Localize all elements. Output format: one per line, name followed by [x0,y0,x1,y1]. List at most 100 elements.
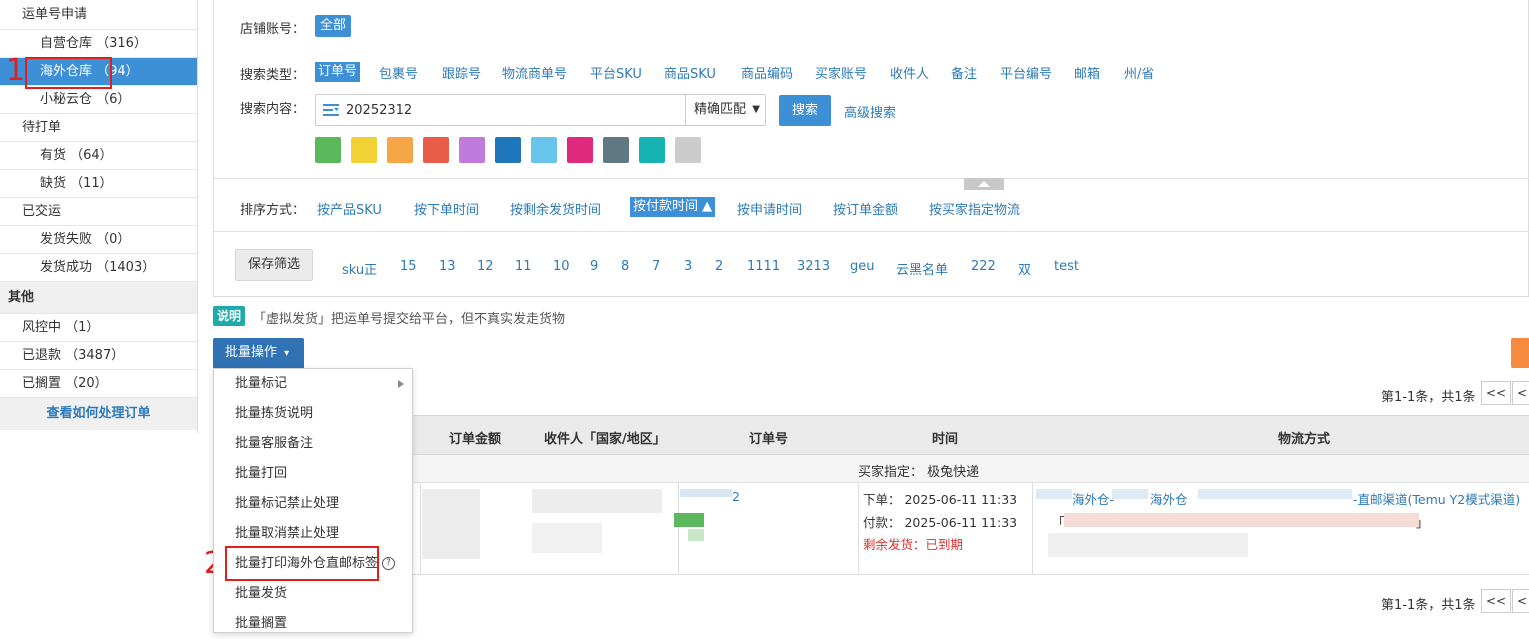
order-number-link[interactable]: 2 [732,489,740,504]
search-type-buyer-account[interactable]: 买家账号 [815,63,867,82]
sidebar-item-self-warehouse[interactable]: 自营仓库 （316） [0,30,197,58]
blurred-recipient [532,489,662,513]
sidebar-item-waybill-apply[interactable]: 运单号申请 [0,0,197,30]
help-link-process-orders[interactable]: 查看如何处理订单 [0,398,197,430]
menu-item-bulk-return[interactable]: 批量打回 [214,459,412,489]
search-type-order-no[interactable]: 订单号 [315,62,361,82]
search-type-carrier-no[interactable]: 物流商单号 [502,63,567,82]
color-tag-slate[interactable] [603,137,629,163]
saved-filter[interactable]: 13 [439,259,456,274]
saved-filter[interactable]: 9 [590,259,598,274]
sort-by-apply-time[interactable]: 按申请时间 [737,199,802,218]
sort-by-buyer-logistics[interactable]: 按买家指定物流 [929,199,1020,218]
pager-prev-button[interactable]: < [1512,589,1529,613]
search-type-platform-no[interactable]: 平台编号 [1000,63,1052,82]
search-type-package-no[interactable]: 包裹号 [379,63,418,82]
color-tag-purple[interactable] [459,137,485,163]
match-mode-select[interactable]: 精确匹配 ▼ [685,94,766,126]
color-tag-light-blue[interactable] [531,137,557,163]
saved-filter[interactable]: 双 [1018,259,1031,278]
saved-filter[interactable]: 2 [715,259,723,274]
search-type-product-sku[interactable]: 商品SKU [664,63,716,82]
search-type-tracking-no[interactable]: 跟踪号 [442,63,481,82]
saved-filter[interactable]: 15 [400,259,417,274]
sidebar-item-on-hold[interactable]: 已搁置 （20） [0,370,197,398]
saved-filter[interactable]: 1111 [747,259,780,274]
color-tag-blue[interactable] [495,137,521,163]
sidebar-item-to-print[interactable]: 待打单 [0,114,197,142]
logistics-part-a[interactable]: 海外仓- [1072,489,1114,508]
color-tag-gray[interactable] [675,137,701,163]
saved-filter[interactable]: 11 [515,259,532,274]
pager-prev-button[interactable]: < [1512,381,1529,405]
advanced-search-link[interactable]: 高级搜索 [844,102,896,121]
pager-summary: 第1-1条，共1条 [1381,390,1476,405]
saved-filter[interactable]: 222 [971,259,996,274]
table-row[interactable]: 2 下单： 2025-06-11 11:33 付款： 2025-06-11 11… [412,483,1529,575]
pager-first-button[interactable]: << [1481,381,1511,405]
annotation-box-2 [225,546,379,581]
sidebar-item-xiaomi-cloud[interactable]: 小秘云仓 （6） [0,86,197,114]
color-tag-orange[interactable] [387,137,413,163]
sidebar-item-in-stock[interactable]: 有货 （64） [0,142,197,170]
saved-filter[interactable]: test [1054,259,1079,274]
search-input[interactable] [344,95,684,125]
color-tag-red[interactable] [423,137,449,163]
sidebar-item-ship-failed[interactable]: 发货失败 （0） [0,226,197,254]
menu-item-bulk-cs-note[interactable]: 批量客服备注 [214,429,412,459]
filter-list-icon[interactable] [323,103,339,117]
collapse-toggle[interactable] [964,178,1004,190]
saved-filter[interactable]: sku正 [342,259,377,278]
sidebar-item-refunded[interactable]: 已退款 （3487） [0,342,197,370]
color-tag-pink[interactable] [567,137,593,163]
search-type-remark[interactable]: 备注 [951,63,977,82]
blurred-address [1064,513,1419,527]
sidebar-item-ship-success[interactable]: 发货成功 （1403） [0,254,197,282]
menu-item-bulk-forbid[interactable]: 批量标记禁止处理 [214,489,412,519]
menu-item-bulk-mark[interactable]: 批量标记 [214,369,412,399]
menu-item-bulk-ship[interactable]: 批量发货 [214,579,412,609]
sort-by-pay-time[interactable]: 按付款时间 ▲ [630,197,716,217]
sidebar-item-out-of-stock[interactable]: 缺货 （11） [0,170,197,198]
saved-filter[interactable]: 云黑名单 [896,259,948,278]
sort-by-product-sku[interactable]: 按产品SKU [317,199,382,218]
save-filter-button[interactable]: 保存筛选 [235,249,313,281]
color-tag-yellow[interactable] [351,137,377,163]
search-type-product-code[interactable]: 商品编码 [741,63,793,82]
bulk-operations-button[interactable]: 批量操作 ▾ [213,338,304,368]
blurred-logistics [1112,489,1148,499]
search-type-state[interactable]: 州/省 [1124,63,1154,82]
logistics-part-b[interactable]: 海外仓 [1150,489,1188,508]
saved-filter[interactable]: 10 [553,259,570,274]
sort-by-remaining-ship-time[interactable]: 按剩余发货时间 [510,199,601,218]
sort-by-order-amount[interactable]: 按订单金额 [833,199,898,218]
menu-item-bulk-picking-note[interactable]: 批量拣货说明 [214,399,412,429]
sidebar-item-risk-control[interactable]: 风控中 （1） [0,314,197,342]
sort-label: 排序方式： [240,203,306,218]
search-type-platform-sku[interactable]: 平台SKU [590,63,642,82]
pager-first-button[interactable]: << [1481,589,1511,613]
logistics-channel[interactable]: -直邮渠道(Temu Y2模式渠道) [1353,489,1520,508]
saved-filter[interactable]: 8 [621,259,629,274]
help-icon[interactable]: ? [382,557,396,570]
saved-filter[interactable]: 12 [477,259,494,274]
search-button[interactable]: 搜索 [779,95,831,126]
divider [214,231,1529,232]
saved-filter[interactable]: 3213 [797,259,830,274]
saved-filter[interactable]: geu [850,259,875,274]
divider [420,483,421,575]
address-close-bracket: 」 [1416,515,1429,530]
orange-action-button[interactable] [1511,338,1529,368]
search-box [315,94,686,126]
sidebar-item-shipped[interactable]: 已交运 [0,198,197,226]
search-type-email[interactable]: 邮箱 [1074,63,1100,82]
shop-all-chip[interactable]: 全部 [315,15,352,37]
menu-item-bulk-hold[interactable]: 批量搁置 [214,609,412,639]
search-type-recipient[interactable]: 收件人 [890,63,929,82]
menu-item-bulk-unforbid[interactable]: 批量取消禁止处理 [214,519,412,549]
saved-filter[interactable]: 3 [684,259,692,274]
saved-filter[interactable]: 7 [652,259,660,274]
sort-by-order-time[interactable]: 按下单时间 [414,199,479,218]
color-tag-green[interactable] [315,137,341,163]
color-tag-teal[interactable] [639,137,665,163]
